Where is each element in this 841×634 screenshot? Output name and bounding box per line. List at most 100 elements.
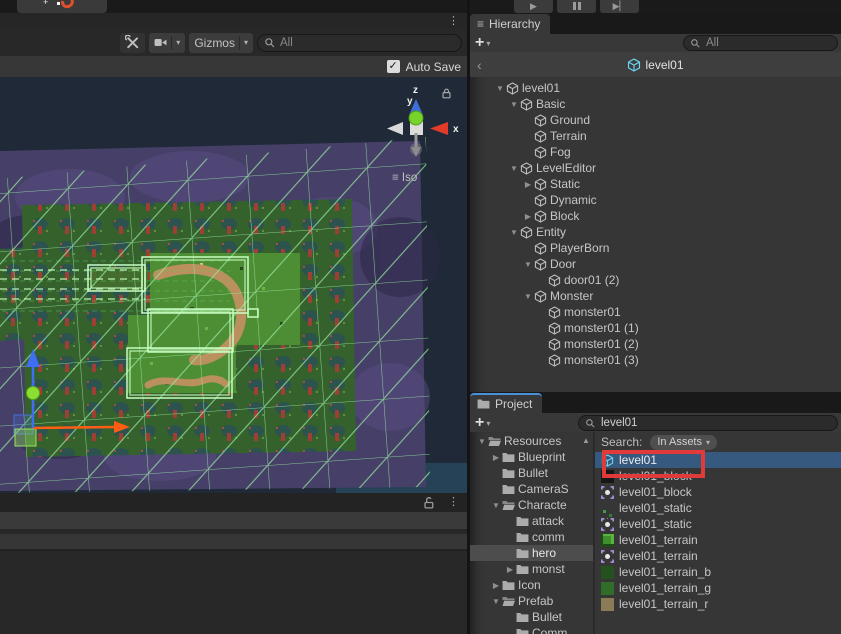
- create-object-button[interactable]: + ▾: [475, 37, 490, 49]
- expand-toggle-icon[interactable]: ▼: [522, 292, 534, 301]
- search-scope-dropdown[interactable]: In Assets ▾: [650, 435, 717, 450]
- hierarchy-row[interactable]: ▼Monster: [470, 288, 841, 304]
- scene-camera-button[interactable]: ▾: [149, 33, 185, 53]
- gizmo-y-handle[interactable]: [27, 387, 40, 400]
- expand-toggle-icon[interactable]: ▼: [490, 501, 502, 510]
- expand-toggle-icon[interactable]: ▶: [490, 453, 502, 462]
- expand-toggle-icon[interactable]: ▶: [504, 565, 516, 574]
- hierarchy-row[interactable]: monster01 (3): [470, 352, 841, 368]
- hierarchy-row[interactable]: ▶Static: [470, 176, 841, 192]
- scroll-up-arrow-icon[interactable]: ▲: [582, 436, 590, 445]
- project-folder-row[interactable]: CameraS: [470, 481, 593, 497]
- hierarchy-row[interactable]: Dynamic: [470, 192, 841, 208]
- search-result-row[interactable]: level01_static: [595, 500, 841, 516]
- scene-search-field[interactable]: [257, 34, 462, 52]
- hierarchy-row[interactable]: ▶Block: [470, 208, 841, 224]
- scene-menu-kebab-icon[interactable]: ⋮: [448, 16, 459, 27]
- autosave-label: Auto Save: [406, 60, 461, 74]
- project-search-field[interactable]: [578, 415, 838, 431]
- hierarchy-row[interactable]: monster01 (1): [470, 320, 841, 336]
- hierarchy-row[interactable]: Terrain: [470, 128, 841, 144]
- hierarchy-row[interactable]: ▼level01: [470, 80, 841, 96]
- expand-toggle-icon[interactable]: ▶: [522, 180, 534, 189]
- axis-y-ball[interactable]: [409, 111, 423, 125]
- folder-label: attack: [532, 514, 564, 528]
- project-folder-row[interactable]: Comm: [470, 625, 593, 634]
- expand-toggle-icon[interactable]: ▶: [490, 581, 502, 590]
- hierarchy-row[interactable]: ▼Basic: [470, 96, 841, 112]
- orientation-label[interactable]: ≡ Iso: [392, 172, 417, 184]
- expand-toggle-icon[interactable]: ▼: [508, 164, 520, 173]
- play-button[interactable]: ▶: [514, 0, 553, 13]
- hierarchy-row[interactable]: PlayerBorn: [470, 240, 841, 256]
- hierarchy-row[interactable]: ▼Door: [470, 256, 841, 272]
- search-result-row[interactable]: level01_terrain: [595, 532, 841, 548]
- create-asset-button[interactable]: + ▾: [475, 417, 490, 429]
- hierarchy-row[interactable]: ▼ Entity: [470, 224, 841, 240]
- folder-icon: [502, 483, 515, 496]
- expand-toggle-icon[interactable]: ▶: [522, 212, 534, 221]
- hierarchy-row[interactable]: ▼LevelEditor: [470, 160, 841, 176]
- project-folder-row[interactable]: ▼Resources: [470, 433, 593, 449]
- breadcrumb-title[interactable]: level01: [645, 58, 683, 72]
- hierarchy-item-label: Entity: [536, 225, 566, 239]
- hierarchy-search-field[interactable]: [683, 35, 838, 51]
- project-folder-row[interactable]: comm: [470, 529, 593, 545]
- autosave-bar: ✓ Auto Save: [0, 56, 467, 77]
- expand-toggle-icon[interactable]: ▼: [490, 597, 502, 606]
- hierarchy-row[interactable]: door01 (2): [470, 272, 841, 288]
- search-result-row[interactable]: level01: [595, 452, 841, 468]
- hierarchy-search-input[interactable]: [684, 37, 837, 49]
- record-tool-button[interactable]: +: [17, 0, 107, 13]
- search-result-row[interactable]: level01_terrain_g: [595, 580, 841, 596]
- gameobject-cube-icon: [548, 338, 561, 351]
- autosave-checkbox[interactable]: ✓: [387, 60, 400, 73]
- tab-hierarchy[interactable]: ≡ Hierarchy: [470, 14, 550, 34]
- pause-button[interactable]: [557, 0, 596, 13]
- search-result-row[interactable]: level01_terrain_b: [595, 564, 841, 580]
- pause-icon: [573, 2, 581, 10]
- hierarchy-row[interactable]: Fog: [470, 144, 841, 160]
- unlock-icon[interactable]: [422, 496, 436, 510]
- scene-viewport[interactable]: z y x ≡ Iso: [0, 77, 467, 493]
- project-tab-label: Project: [495, 397, 532, 411]
- expand-toggle-icon[interactable]: ▼: [476, 437, 488, 446]
- scene-view-toolbar: ▾ Gizmos ▾: [0, 29, 467, 56]
- scene-search-input[interactable]: [258, 37, 461, 49]
- step-button[interactable]: ▶▏: [600, 0, 639, 13]
- project-folder-row[interactable]: attack: [470, 513, 593, 529]
- project-folder-row[interactable]: ▶Icon: [470, 577, 593, 593]
- folder-open-icon: [502, 499, 515, 512]
- tab-project[interactable]: Project: [470, 393, 542, 413]
- project-folder-row[interactable]: Bullet: [470, 609, 593, 625]
- expand-toggle-icon[interactable]: ▼: [508, 100, 520, 109]
- project-folder-row[interactable]: ▼Characte: [470, 497, 593, 513]
- gizmo-plane-xy[interactable]: [15, 429, 36, 446]
- project-folder-row[interactable]: Bullet: [470, 465, 593, 481]
- expand-toggle-icon[interactable]: ▼: [522, 260, 534, 269]
- project-search-input[interactable]: [579, 417, 837, 429]
- bottom-panel-row[interactable]: [0, 512, 467, 531]
- bottom-panel-kebab-icon[interactable]: ⋮: [448, 497, 459, 508]
- result-label: level01_terrain_r: [619, 597, 708, 611]
- gameobject-cube-icon: [548, 306, 561, 319]
- project-folder-row[interactable]: hero: [470, 545, 593, 561]
- hierarchy-row[interactable]: monster01: [470, 304, 841, 320]
- expand-toggle-icon[interactable]: ▼: [494, 84, 506, 93]
- hierarchy-row[interactable]: monster01 (2): [470, 336, 841, 352]
- search-result-row[interactable]: level01_terrain: [595, 548, 841, 564]
- gizmos-dropdown[interactable]: Gizmos ▾: [189, 33, 253, 53]
- hierarchy-row[interactable]: Ground: [470, 112, 841, 128]
- expand-toggle-icon[interactable]: ▼: [508, 228, 520, 237]
- tools-button[interactable]: [120, 33, 145, 53]
- search-result-row[interactable]: level01_block: [595, 484, 841, 500]
- project-folder-row[interactable]: ▼Prefab: [470, 593, 593, 609]
- search-result-row[interactable]: level01_terrain_r: [595, 596, 841, 612]
- project-folder-row[interactable]: ▶Blueprint: [470, 449, 593, 465]
- bottom-panel-row[interactable]: [0, 534, 467, 551]
- gizmo-x-axis[interactable]: [33, 427, 114, 428]
- results-list: level01level01_blocklevel01_blocklevel01…: [595, 452, 841, 612]
- project-folder-row[interactable]: ▶monst: [470, 561, 593, 577]
- search-result-row[interactable]: level01_block: [595, 468, 841, 484]
- search-result-row[interactable]: level01_static: [595, 516, 841, 532]
